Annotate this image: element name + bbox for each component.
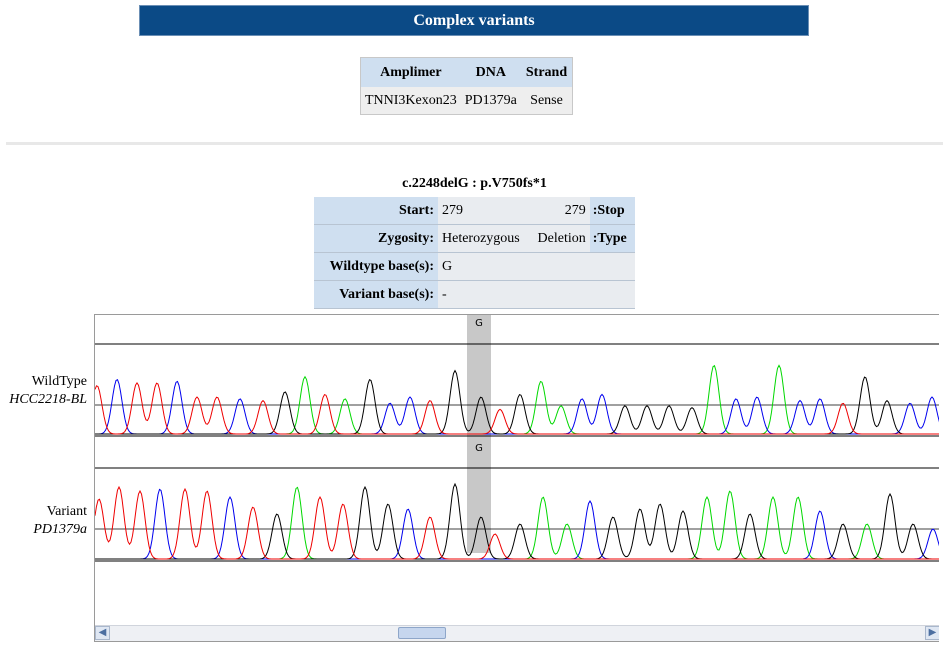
wildtype-label-text: WildType: [31, 374, 87, 389]
zygosity-label: Zygosity:: [314, 224, 438, 253]
wildtype-label: Wildtype base(s):: [314, 252, 438, 281]
stop-value: 279: [564, 202, 586, 218]
table-header-row: Amplimer DNA Strand: [360, 57, 573, 87]
amplimer-table: Amplimer DNA Strand TNNI3Kexon23 PD1379a…: [360, 57, 574, 115]
dna-cell: PD1379a: [460, 87, 521, 115]
dna-header: DNA: [460, 57, 521, 87]
chevron-left-icon[interactable]: ◀: [95, 626, 110, 640]
start-value: 279: [442, 202, 463, 218]
wildtype-row: Wildtype base(s): G: [314, 252, 635, 281]
stop-label: :Stop: [589, 197, 635, 225]
wildtype-value: G: [438, 252, 635, 281]
variant-sample-name: PD1379a: [33, 522, 87, 537]
amplimer-header: Amplimer: [360, 57, 461, 87]
section-divider: [6, 142, 943, 145]
variant-label: Variant base(s):: [314, 280, 438, 309]
wildtype-trace-label: WildType HCC2218-BL: [0, 373, 87, 409]
page-title: Complex variants: [139, 5, 809, 36]
variant-label-text: Variant: [46, 504, 87, 519]
variant-detail-table: Start: 279 279 :Stop Zygosity: Heterozyg…: [314, 197, 635, 309]
start-label: Start:: [314, 197, 438, 225]
scrollbar-thumb[interactable]: [398, 627, 446, 639]
start-stop-values: 279 279: [438, 197, 590, 225]
variant-row: Variant base(s): -: [314, 280, 635, 309]
wildtype-sample-name: HCC2218-BL: [9, 392, 87, 407]
wildtype-trace-g: [95, 369, 939, 435]
chevron-right-icon[interactable]: ▶: [925, 626, 939, 640]
start-row: Start: 279 279 :Stop: [314, 197, 635, 225]
zygosity-value: Heterozygous: [442, 230, 520, 246]
wildtype-trace-c: [95, 378, 939, 435]
variant-trace-label: Variant PD1379a: [0, 503, 87, 539]
variant-title: c.2248delG : p.V750fs*1: [402, 176, 547, 191]
strand-header: Strand: [520, 57, 573, 87]
zygosity-type-values: Heterozygous Deletion: [438, 224, 590, 253]
chromatogram-viewer[interactable]: G G ◀ ▶: [94, 314, 939, 642]
amplimer-cell: TNNI3Kexon23: [360, 87, 461, 115]
zygosity-row: Zygosity: Heterozygous Deletion :Type: [314, 224, 635, 253]
variant-trace-t: [95, 485, 939, 560]
variant-value: -: [438, 280, 635, 309]
chromatogram-svg: G G: [95, 315, 939, 562]
type-label: :Type: [589, 224, 635, 253]
strand-cell: Sense: [520, 87, 573, 115]
horizontal-scrollbar[interactable]: ◀ ▶: [95, 625, 939, 641]
type-value: Deletion: [537, 230, 586, 246]
wildtype-trace-t: [95, 381, 939, 435]
variant-trace-c: [95, 488, 939, 560]
variant-marker-label: G: [475, 443, 483, 454]
variant-trace-a: [95, 486, 939, 560]
variant-trace-g: [95, 482, 939, 560]
wildtype-marker-label: G: [475, 318, 483, 329]
table-row: TNNI3Kexon23 PD1379a Sense: [360, 87, 573, 115]
